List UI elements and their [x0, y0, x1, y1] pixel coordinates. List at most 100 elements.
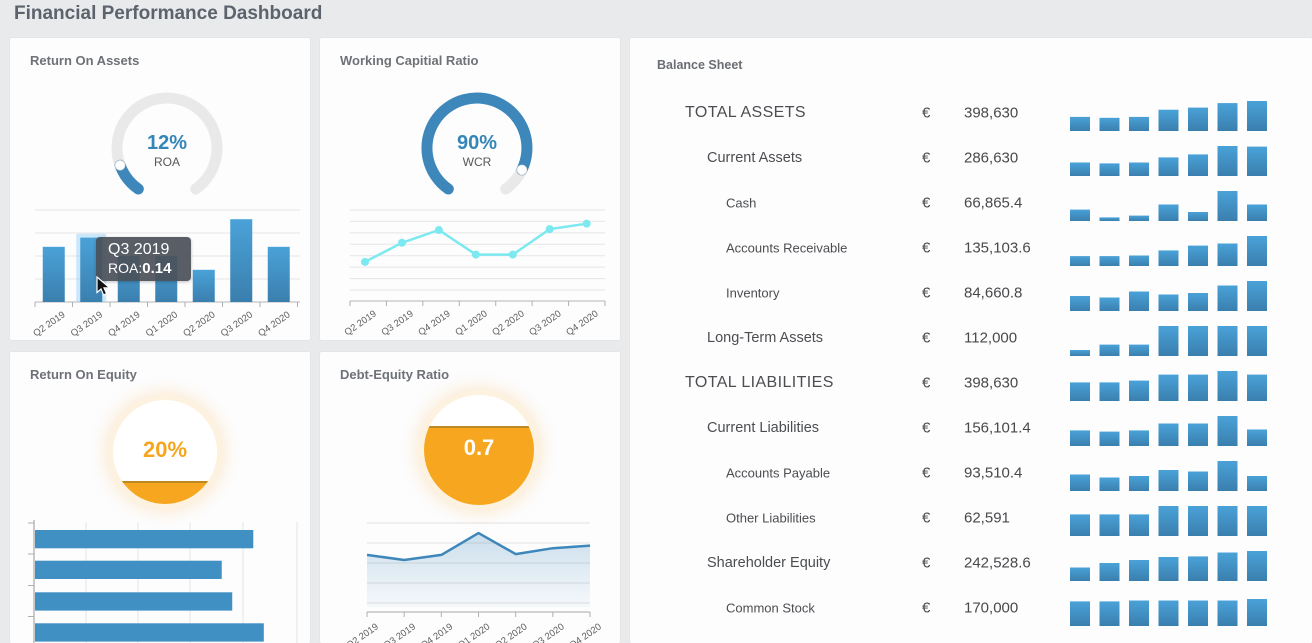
- roe-gauge-fill: [113, 481, 217, 504]
- balance-sheet-row: Current Liabilities€156,101.4: [630, 405, 1312, 450]
- svg-text:Q2 2020: Q2 2020: [490, 308, 526, 338]
- bs-row-trend-sparkline: [1070, 279, 1270, 313]
- svg-text:Q3 2019: Q3 2019: [380, 308, 416, 338]
- bs-row-trend-sparkline: [1070, 414, 1270, 448]
- balance-sheet-row: TOTAL ASSETS €398,630: [630, 90, 1312, 135]
- svg-text:Q4 2020: Q4 2020: [568, 621, 604, 643]
- bs-row-value: 170,000: [964, 599, 1018, 616]
- bs-row-label: Accounts Receivable: [726, 240, 847, 255]
- balance-sheet-row: Cash €66,865.4: [630, 180, 1312, 225]
- bs-row-value: 62,591: [964, 509, 1010, 526]
- roe-hbar-chart[interactable]: [10, 520, 310, 643]
- currency-symbol: €: [922, 599, 930, 616]
- balance-sheet-row: Shareholder Equity€242,528.6: [630, 540, 1312, 585]
- der-liquid-gauge: 0.7: [424, 395, 534, 505]
- currency-symbol: €: [922, 194, 930, 211]
- bs-row-trend-sparkline: [1070, 324, 1270, 358]
- bs-row-value: 286,630: [964, 149, 1018, 166]
- bs-row-trend-sparkline: [1070, 594, 1270, 628]
- panel-title-roe: Return On Equity: [30, 367, 137, 382]
- svg-text:Q2 2019: Q2 2019: [345, 621, 381, 643]
- svg-text:Q3 2019: Q3 2019: [69, 309, 105, 339]
- der-gauge-value: 0.7: [424, 435, 534, 461]
- currency-symbol: €: [922, 509, 930, 526]
- panel-debt-equity-ratio: Debt-Equity Ratio 0.7 Q2 2019Q3 2019Q4 2…: [320, 352, 620, 643]
- currency-symbol: €: [922, 149, 930, 166]
- bs-row-trend-sparkline: [1070, 99, 1270, 133]
- panel-title-balance-sheet: Balance Sheet: [657, 58, 742, 72]
- currency-symbol: €: [922, 329, 930, 346]
- svg-text:Q3 2020: Q3 2020: [530, 621, 566, 643]
- dashboard-page: Financial Performance Dashboard Return O…: [0, 0, 1312, 643]
- bs-row-label: Current Assets: [707, 150, 802, 166]
- bs-row-label: Long-Term Assets: [707, 330, 823, 346]
- bs-row-label: Shareholder Equity: [707, 555, 830, 571]
- balance-sheet-row: Accounts Payable€93,510.4: [630, 450, 1312, 495]
- svg-text:Q4 2019: Q4 2019: [416, 308, 452, 338]
- bs-row-label: Common Stock: [726, 600, 815, 615]
- bs-row-label: TOTAL LIABILITIES: [685, 374, 834, 392]
- balance-sheet-row: Other Liabilities€62,591: [630, 495, 1312, 540]
- svg-text:WCR: WCR: [463, 155, 492, 169]
- panel-working-capital-ratio: Working Capitial Ratio 90%WCR Q2 2019Q3 …: [320, 38, 620, 340]
- currency-symbol: €: [922, 104, 930, 121]
- panel-title-roa: Return On Assets: [30, 53, 139, 68]
- svg-text:Q1 2020: Q1 2020: [144, 309, 180, 339]
- svg-text:Q2 2019: Q2 2019: [343, 308, 379, 338]
- bs-row-value: 156,101.4: [964, 419, 1031, 436]
- panel-title-wcr: Working Capitial Ratio: [340, 53, 478, 68]
- bs-row-value: 112,000: [964, 329, 1017, 346]
- svg-text:Q1 2020: Q1 2020: [456, 621, 492, 643]
- bs-row-value: 66,865.4: [964, 194, 1022, 211]
- bs-row-trend-sparkline: [1070, 144, 1270, 178]
- svg-text:Q2 2020: Q2 2020: [493, 621, 529, 643]
- wcr-gauge: 90%WCR: [402, 83, 552, 213]
- svg-text:Q4 2020: Q4 2020: [256, 309, 292, 339]
- bs-row-trend-sparkline: [1070, 549, 1270, 583]
- bs-row-label: TOTAL ASSETS: [685, 104, 806, 122]
- svg-text:Q3 2019: Q3 2019: [382, 621, 418, 643]
- bs-row-trend-sparkline: [1070, 189, 1270, 223]
- currency-symbol: €: [922, 239, 930, 256]
- bs-row-label: Cash: [726, 195, 756, 210]
- chart-tooltip: Q3 2019 ROA:0.14: [96, 237, 191, 281]
- tooltip-metric-value: 0.14: [142, 260, 171, 277]
- bs-row-value: 93,510.4: [964, 464, 1022, 481]
- balance-sheet-row: Long-Term Assets €112,000: [630, 315, 1312, 360]
- bs-row-label: Inventory: [726, 285, 779, 300]
- svg-text:Q1 2020: Q1 2020: [453, 308, 489, 338]
- tooltip-metric-label: ROA:: [108, 260, 142, 276]
- panel-return-on-equity: Return On Equity 20%: [10, 352, 310, 643]
- svg-text:Q4 2019: Q4 2019: [106, 309, 142, 339]
- svg-text:Q4 2020: Q4 2020: [564, 308, 600, 338]
- bs-row-trend-sparkline: [1070, 504, 1270, 538]
- svg-text:12%: 12%: [147, 132, 187, 154]
- svg-text:90%: 90%: [457, 132, 497, 154]
- panel-title-der: Debt-Equity Ratio: [340, 367, 449, 382]
- currency-symbol: €: [922, 284, 930, 301]
- tooltip-value-line: ROA:0.14: [108, 260, 171, 277]
- balance-sheet-row: Inventory€84,660.8: [630, 270, 1312, 315]
- bs-row-label: Current Liabilities: [707, 420, 819, 436]
- roa-gauge: 12%ROA: [92, 83, 242, 213]
- panel-balance-sheet: Balance Sheet TOTAL ASSETS €398,630 Curren…: [630, 38, 1312, 643]
- bs-row-value: 398,630: [964, 104, 1018, 121]
- tooltip-title: Q3 2019: [108, 241, 169, 259]
- bs-row-value: 242,528.6: [964, 554, 1031, 571]
- balance-sheet-row: Accounts Receivable€135,103.6: [630, 225, 1312, 270]
- currency-symbol: €: [922, 464, 930, 481]
- roe-gauge-value: 20%: [113, 437, 217, 463]
- wcr-line-chart[interactable]: Q2 2019Q3 2019Q4 2019Q1 2020Q2 2020Q3 20…: [320, 198, 620, 340]
- der-area-chart[interactable]: Q2 2019Q3 2019Q4 2019Q1 2020Q2 2020Q3 20…: [320, 520, 620, 643]
- svg-text:ROA: ROA: [154, 155, 180, 169]
- balance-sheet-rows: TOTAL ASSETS €398,630 Current Assets €286,6…: [630, 90, 1312, 630]
- currency-symbol: €: [922, 374, 930, 391]
- balance-sheet-row: Current Assets €286,630: [630, 135, 1312, 180]
- svg-text:Q3 2020: Q3 2020: [219, 309, 255, 339]
- page-title: Financial Performance Dashboard: [14, 3, 322, 25]
- svg-text:Q2 2020: Q2 2020: [181, 309, 217, 339]
- roe-liquid-gauge: 20%: [113, 400, 217, 504]
- svg-text:Q3 2020: Q3 2020: [527, 308, 563, 338]
- svg-text:Q4 2019: Q4 2019: [419, 621, 455, 643]
- bs-row-trend-sparkline: [1070, 369, 1270, 403]
